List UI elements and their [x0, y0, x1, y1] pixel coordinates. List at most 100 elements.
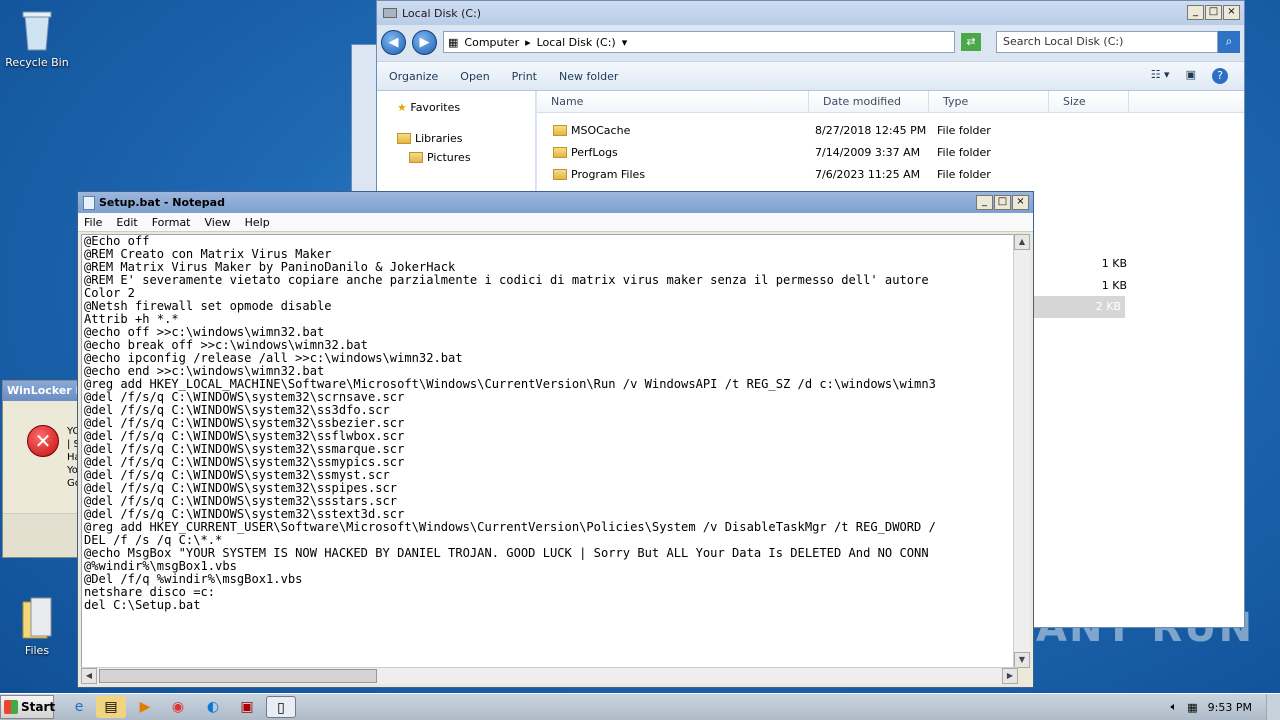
- script-line: @Netsh firewall set opmode disable: [84, 299, 332, 313]
- preview-pane-icon[interactable]: ▣: [1186, 68, 1196, 84]
- file-date: 8/27/2018 12:45 PM: [815, 123, 927, 137]
- explorer-titlebar[interactable]: Local Disk (C:): [377, 1, 1244, 25]
- winlocker-title: WinLocker I: [3, 381, 77, 401]
- table-row[interactable]: PerfLogs 7/14/2009 3:37 AM File folder: [537, 141, 1244, 163]
- file-type: File folder: [937, 167, 991, 181]
- notepad-icon: [83, 195, 95, 210]
- folder-icon: [553, 168, 567, 180]
- chrome-icon[interactable]: ◉: [163, 696, 193, 718]
- organize-button[interactable]: Organize: [389, 70, 438, 83]
- scroll-down-icon[interactable]: ▼: [1014, 652, 1030, 668]
- breadcrumb-local-disk[interactable]: Local Disk (C:): [537, 36, 616, 49]
- folder-icon: [553, 146, 567, 158]
- folder-icon: [553, 124, 567, 136]
- drive-icon: [383, 8, 397, 18]
- edge-icon[interactable]: ◐: [198, 696, 228, 718]
- search-icon[interactable]: ⌕: [1218, 31, 1240, 53]
- maximize-button[interactable]: □: [1205, 5, 1222, 20]
- show-desktop-button[interactable]: [1266, 694, 1280, 720]
- script-line: del C:\Setup.bat: [84, 598, 201, 612]
- explorer-window-controls: _ □ ×: [1187, 5, 1240, 20]
- media-player-icon[interactable]: ▶: [130, 696, 160, 718]
- libraries-label: Libraries: [415, 132, 463, 145]
- table-row[interactable]: MSOCache 8/27/2018 12:45 PM File folder: [537, 119, 1244, 141]
- search-input[interactable]: Search Local Disk (C:): [996, 31, 1218, 53]
- ie-icon[interactable]: e: [64, 696, 94, 718]
- scroll-up-icon[interactable]: ▲: [1014, 234, 1030, 250]
- open-button[interactable]: Open: [460, 70, 489, 83]
- new-folder-button[interactable]: New folder: [559, 70, 618, 83]
- address-bar-row: ◀ ▶ ▦ Computer ▸ Local Disk (C:) ▾ ⇄ Sea…: [381, 29, 1240, 55]
- minimize-button[interactable]: _: [976, 195, 993, 210]
- vertical-scrollbar[interactable]: ▲ ▼: [1013, 234, 1030, 668]
- dialog-footer: [3, 513, 77, 557]
- recycle-bin-desktop-icon[interactable]: Recycle Bin: [0, 8, 74, 69]
- nav-pictures[interactable]: Pictures: [377, 145, 535, 164]
- address-bar[interactable]: ▦ Computer ▸ Local Disk (C:) ▾: [443, 31, 955, 53]
- chevron-right-icon: ▸: [525, 35, 531, 49]
- file-name: Program Files: [571, 167, 646, 181]
- file-type: File folder: [937, 145, 991, 159]
- windows-logo-icon: [4, 700, 18, 714]
- error-icon: ✕: [27, 425, 59, 457]
- start-button[interactable]: Start: [0, 695, 56, 719]
- file-name: MSOCache: [571, 123, 631, 137]
- close-button[interactable]: ×: [1012, 195, 1029, 210]
- close-button[interactable]: ×: [1223, 5, 1240, 20]
- print-button[interactable]: Print: [512, 70, 537, 83]
- notepad-title: Setup.bat - Notepad: [99, 196, 225, 209]
- menu-format[interactable]: Format: [152, 216, 191, 229]
- clock[interactable]: 9:53 PM: [1208, 701, 1252, 714]
- horizontal-scrollbar[interactable]: ◀ ▶: [81, 667, 1018, 684]
- script-line: netshare disco =c:: [84, 585, 216, 599]
- help-icon[interactable]: ?: [1212, 68, 1228, 84]
- notepad-titlebar[interactable]: Setup.bat - Notepad: [78, 192, 1033, 213]
- menu-edit[interactable]: Edit: [116, 216, 137, 229]
- column-size[interactable]: Size: [1049, 91, 1129, 112]
- notepad-window-controls: _ □ ×: [976, 195, 1029, 210]
- file-name: PerfLogs: [571, 145, 618, 159]
- notepad-window[interactable]: Setup.bat - Notepad _ □ × File Edit Form…: [77, 191, 1034, 688]
- minimize-button[interactable]: _: [1187, 5, 1204, 20]
- explorer-taskbar-icon[interactable]: ▤: [96, 696, 126, 718]
- maximize-button[interactable]: □: [994, 195, 1011, 210]
- menu-file[interactable]: File: [84, 216, 102, 229]
- explorer-title: Local Disk (C:): [402, 6, 482, 20]
- scroll-right-icon[interactable]: ▶: [1002, 668, 1018, 684]
- column-name[interactable]: Name: [537, 91, 809, 112]
- forward-button[interactable]: ▶: [412, 29, 437, 55]
- volume-icon[interactable]: 🔈︎: [1171, 700, 1178, 714]
- start-label: Start: [21, 700, 56, 714]
- table-row[interactable]: Program Files 7/6/2023 11:25 AM File fol…: [537, 163, 1244, 185]
- column-type[interactable]: Type: [929, 91, 1049, 112]
- menu-help[interactable]: Help: [245, 216, 270, 229]
- breadcrumb-computer[interactable]: Computer: [464, 36, 519, 49]
- file-date: 7/14/2009 3:37 AM: [815, 145, 921, 159]
- notepad-taskbar-icon[interactable]: ▯: [266, 696, 296, 718]
- file-date: 7/6/2023 11:25 AM: [815, 167, 921, 181]
- notepad-text-area[interactable]: @Echo off @REM Creato con Matrix Virus Ma…: [81, 234, 1018, 668]
- refresh-button[interactable]: ⇄: [961, 33, 981, 51]
- nav-favorites[interactable]: ★ Favorites: [377, 91, 535, 114]
- column-date[interactable]: Date modified: [809, 91, 929, 112]
- files-desktop-icon[interactable]: Files: [0, 596, 74, 657]
- file-type: File folder: [937, 123, 991, 137]
- network-icon[interactable]: ▦: [1187, 701, 1197, 714]
- folder-icon: [17, 596, 57, 640]
- back-button[interactable]: ◀: [381, 29, 406, 55]
- script-text: @Echo off @REM Creato con Matrix Virus Ma…: [82, 235, 1017, 612]
- pictures-label: Pictures: [427, 151, 471, 164]
- views-icon[interactable]: ☷ ▾: [1151, 68, 1170, 84]
- star-icon: ★: [397, 101, 407, 114]
- winlocker-dialog[interactable]: WinLocker I ✕ YO | S Ha Yo Go: [2, 380, 81, 558]
- library-icon: [397, 133, 411, 144]
- scroll-thumb[interactable]: [99, 669, 377, 683]
- file-size-selected[interactable]: 2 KB: [1033, 296, 1125, 318]
- taskbar: Start e ▤ ▶ ◉ ◐ ▣ ▯ 🔈︎ ▦ 9:53 PM: [0, 693, 1280, 720]
- menu-view[interactable]: View: [205, 216, 231, 229]
- pictures-icon: [409, 152, 423, 163]
- nav-libraries[interactable]: Libraries: [377, 114, 535, 145]
- scroll-left-icon[interactable]: ◀: [81, 668, 97, 684]
- program-icon[interactable]: ▣: [232, 696, 262, 718]
- chevron-down-icon[interactable]: ▾: [622, 36, 628, 49]
